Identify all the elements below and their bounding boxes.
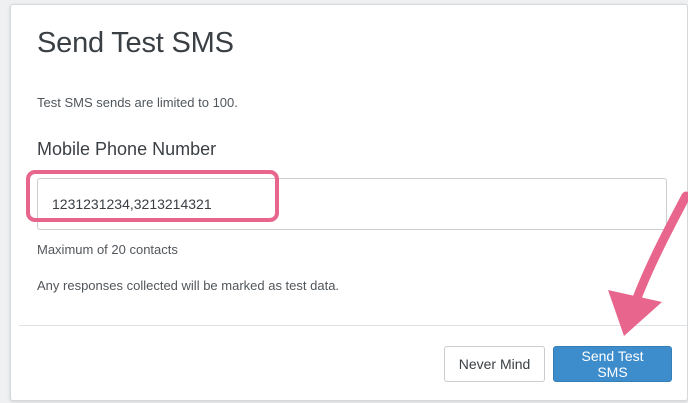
limit-note: Test SMS sends are limited to 100.: [37, 95, 238, 110]
phone-number-label: Mobile Phone Number: [37, 139, 217, 159]
send-test-sms-button[interactable]: Send Test SMS: [553, 346, 672, 382]
footer-divider: [19, 325, 687, 326]
send-test-sms-dialog: Send Test SMS Test SMS sends are limited…: [10, 4, 688, 401]
never-mind-button[interactable]: Never Mind: [444, 346, 545, 382]
phone-number-input[interactable]: [37, 178, 667, 230]
test-data-note: Any responses collected will be marked a…: [37, 278, 340, 293]
max-contacts-note: Maximum of 20 contacts: [37, 242, 178, 257]
dialog-title: Send Test SMS: [37, 27, 234, 59]
